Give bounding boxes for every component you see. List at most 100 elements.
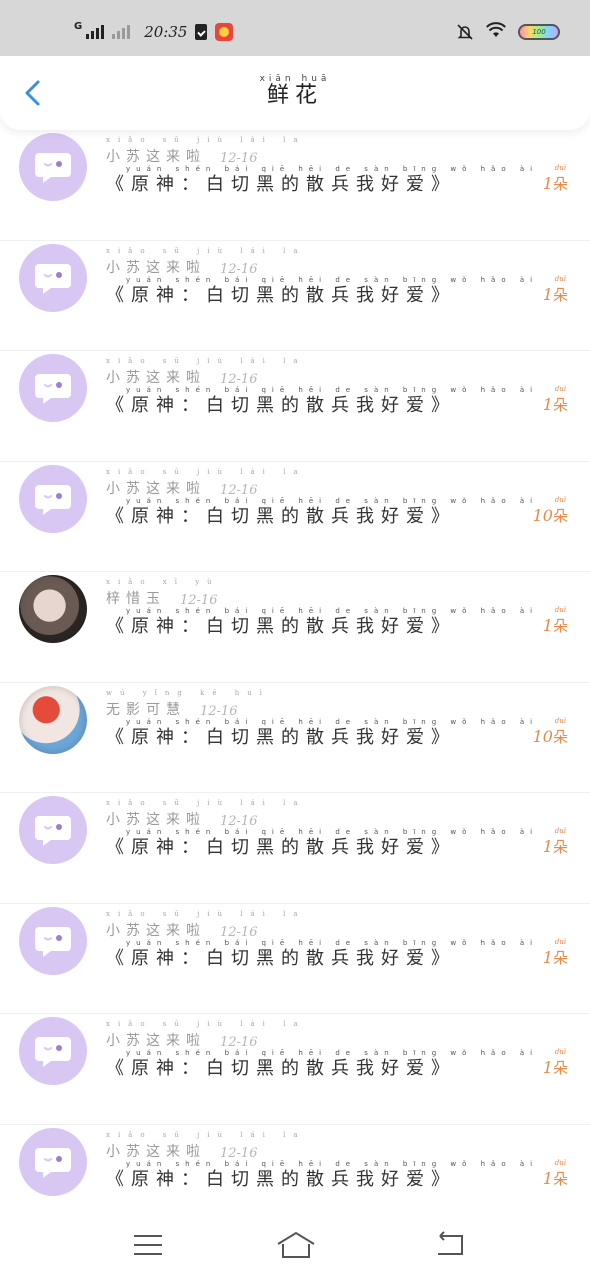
list-item[interactable]: 无影可慧12-16yuán shén bái qiē hēi de sàn bī… — [0, 683, 590, 793]
sender-name[interactable]: 小苏这来啦 — [106, 799, 306, 829]
wifi-icon — [486, 22, 506, 42]
avatar[interactable] — [19, 685, 87, 754]
chat-bubble-icon — [35, 1147, 71, 1178]
list-item[interactable]: 小苏这来啦12-16yuán shén bái qiē hēi de sàn b… — [0, 130, 590, 241]
gift-date: 12-16 — [220, 1035, 258, 1050]
clipboard-icon — [195, 24, 208, 40]
flower-count: duì 1朵 — [542, 1048, 568, 1078]
list-item[interactable]: 小苏这来啦12-16yuán shén bái qiē hēi de sàn b… — [0, 793, 590, 904]
sender-line: 小苏这来啦12-16 — [106, 247, 306, 277]
sender-name[interactable]: 小苏这来啦 — [106, 1131, 306, 1161]
list-item[interactable]: 梓惜玉12-16yuán shén bái qiē hēi de sàn bīn… — [0, 572, 590, 683]
sender-line: 小苏这来啦12-16 — [106, 799, 306, 829]
list-item[interactable]: 小苏这来啦12-16yuán shén bái qiē hēi de sàn b… — [0, 241, 590, 351]
sender-name[interactable]: 小苏这来啦 — [106, 468, 306, 498]
unit-pinyin: duì — [554, 1158, 566, 1167]
sender-line: 小苏这来啦12-16 — [106, 136, 306, 166]
sender-line: 无影可慧12-16 — [106, 689, 270, 719]
avatar[interactable] — [19, 1017, 87, 1085]
sender-name[interactable]: 无影可慧 — [106, 689, 270, 719]
gift-date: 12-16 — [220, 151, 258, 166]
mute-bell-icon — [456, 23, 474, 41]
gift-target-text: 《原神：白切黑的散兵我好爱》 — [106, 395, 456, 416]
avatar[interactable] — [19, 575, 87, 643]
battery-icon: 100 — [518, 24, 560, 40]
page-title: xiān huā 鲜花 — [0, 74, 590, 108]
sender-name[interactable]: 小苏这来啦 — [106, 247, 306, 277]
gift-target-text: 《原神：白切黑的散兵我好爱》 — [106, 726, 456, 748]
chat-bubble-icon — [35, 374, 71, 404]
unit-pinyin: duì — [554, 716, 566, 725]
gift-date: 12-16 — [180, 593, 218, 608]
avatar[interactable] — [19, 243, 87, 312]
flower-count-number: 1 — [542, 1058, 553, 1077]
menu-icon — [134, 1235, 162, 1255]
unit-pinyin: duì — [554, 385, 566, 393]
avatar[interactable] — [19, 906, 87, 975]
menu-button[interactable] — [130, 1230, 166, 1260]
list-item[interactable]: 小苏这来啦12-16yuán shén bái qiē hēi de sàn b… — [0, 904, 590, 1014]
flower-count: duì 1朵 — [543, 1159, 568, 1189]
sender-name[interactable]: 小苏这来啦 — [106, 1020, 306, 1050]
gift-date: 12-16 — [220, 814, 258, 829]
sender-line: 小苏这来啦12-16 — [106, 1020, 306, 1050]
unit-pinyin: duì — [554, 274, 566, 283]
battery-text: 100 — [532, 28, 546, 36]
flower-unit: 朵 — [552, 948, 568, 967]
flower-count: duì 1朵 — [543, 606, 568, 636]
home-button[interactable] — [276, 1230, 315, 1260]
flower-count: duì 1朵 — [542, 938, 568, 968]
sender-name[interactable]: 小苏这来啦 — [106, 136, 306, 166]
status-time: 20:35 — [144, 23, 188, 41]
flower-count: duì 10朵 — [532, 496, 568, 526]
avatar[interactable] — [19, 1127, 87, 1196]
unit-pinyin: duì — [554, 1048, 566, 1056]
avatar[interactable] — [19, 133, 87, 201]
chat-bubble-icon — [35, 816, 71, 846]
flower-count-number: 10 — [532, 726, 553, 746]
chat-bubble-icon — [35, 263, 71, 294]
avatar[interactable] — [19, 354, 87, 422]
gift-date: 12-16 — [220, 482, 258, 498]
gift-date: 12-16 — [220, 1145, 258, 1161]
avatar[interactable] — [19, 796, 87, 864]
signal-icon — [86, 25, 105, 39]
flower-unit: 朵 — [552, 285, 568, 304]
list-item[interactable]: 小苏这来啦12-16yuán shén bái qiē hēi de sàn b… — [0, 462, 590, 572]
sender-line: 小苏这来啦12-16 — [106, 910, 306, 940]
flower-unit: 朵 — [552, 396, 568, 414]
return-icon — [438, 1231, 463, 1255]
flower-unit: 朵 — [552, 617, 568, 635]
gift-target-text: 《原神：白切黑的散兵我好爱》 — [106, 284, 456, 306]
flower-count-number: 10 — [532, 505, 553, 525]
flower-unit: 朵 — [552, 838, 568, 856]
sender-line: 小苏这来啦12-16 — [106, 1131, 306, 1161]
chat-bubble-icon — [35, 1037, 71, 1067]
flower-gift-list: 小苏这来啦12-16yuán shén bái qiē hēi de sàn b… — [0, 130, 590, 1235]
sender-name[interactable]: 小苏这来啦 — [106, 910, 306, 940]
chat-bubble-icon — [35, 484, 71, 515]
avatar[interactable] — [19, 464, 87, 533]
status-left: G 20:35 — [74, 20, 234, 44]
page-header: xiān huā 鲜花 — [0, 56, 590, 130]
system-back-button[interactable] — [432, 1230, 468, 1260]
flower-unit: 朵 — [552, 175, 568, 193]
flower-count-number: 1 — [542, 947, 553, 967]
gift-target-text: 《原神：白切黑的散兵我好爱》 — [106, 947, 456, 969]
flower-count-number: 1 — [542, 395, 553, 414]
unit-pinyin: duì — [554, 606, 566, 614]
unit-pinyin: duì — [554, 937, 566, 946]
gift-target-text: 《原神：白切黑的散兵我好爱》 — [106, 1058, 456, 1079]
sender-line: 梓惜玉12-16 — [106, 578, 220, 608]
gift-target-text: 《原神：白切黑的散兵我好爱》 — [106, 1168, 456, 1190]
flower-count-number: 1 — [542, 837, 553, 856]
sender-name[interactable]: 小苏这来啦 — [106, 357, 306, 387]
list-item[interactable]: 小苏这来啦12-16yuán shén bái qiē hēi de sàn b… — [0, 351, 590, 462]
flower-count-number: 1 — [542, 174, 553, 193]
gift-target-text: 《原神：白切黑的散兵我好爱》 — [106, 616, 456, 637]
system-nav-bar — [0, 1210, 590, 1280]
sender-name[interactable]: 梓惜玉 — [106, 578, 220, 608]
flower-count: duì 10朵 — [532, 717, 568, 747]
list-item[interactable]: 小苏这来啦12-16yuán shén bái qiē hēi de sàn b… — [0, 1014, 590, 1125]
chat-bubble-icon — [35, 153, 71, 183]
